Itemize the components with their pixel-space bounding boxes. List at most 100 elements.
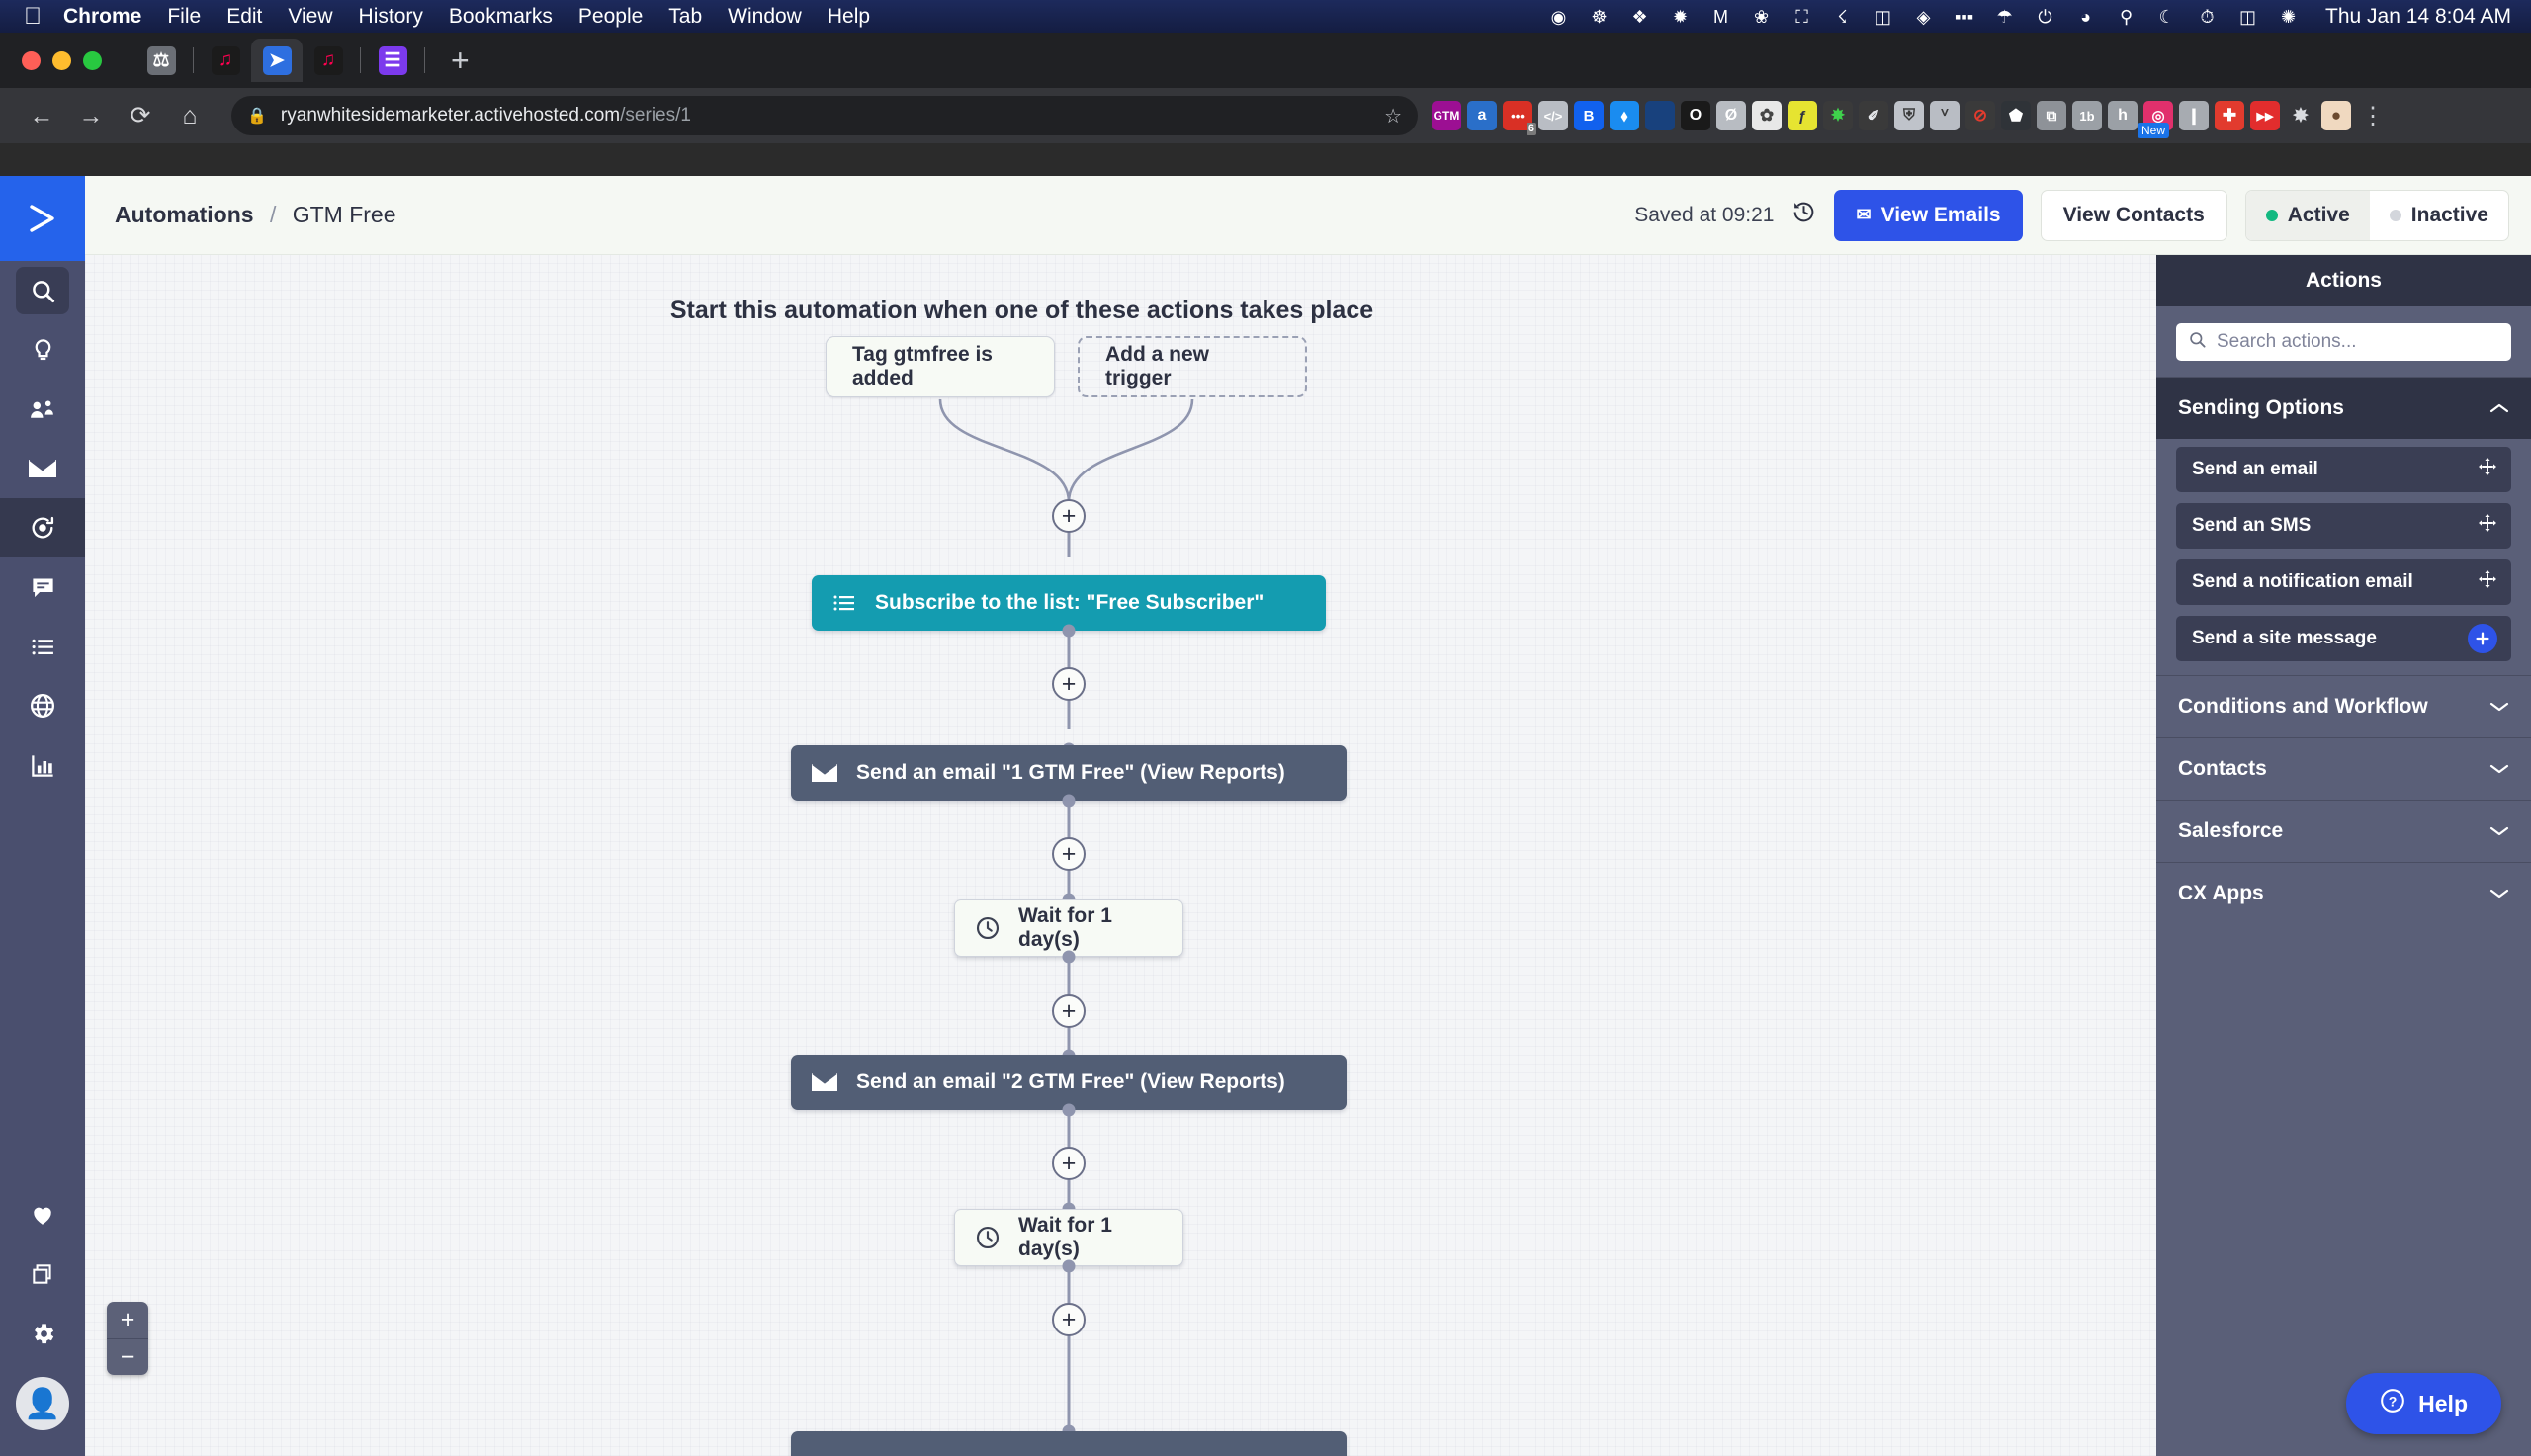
node-wait-2[interactable]: Wait for 1 day(s) bbox=[954, 1209, 1183, 1266]
action-send-a-site-message-add-button[interactable] bbox=[2468, 624, 2497, 653]
grammar-plus-extension[interactable]: ✚ bbox=[2215, 101, 2244, 130]
add-step-button-3[interactable]: + bbox=[1052, 837, 1086, 871]
window-traffic-lights[interactable] bbox=[22, 50, 102, 70]
sidebar-item-website[interactable] bbox=[0, 676, 85, 735]
status-inactive-button[interactable]: Inactive bbox=[2370, 191, 2508, 240]
action-send-an-sms-drag-handle-icon[interactable] bbox=[2478, 513, 2497, 539]
chevron-down-icon[interactable] bbox=[2489, 758, 2509, 781]
puzzle-green-extension[interactable]: ✸ bbox=[1823, 101, 1853, 130]
sidebar-item-campaigns[interactable] bbox=[0, 439, 85, 498]
youtube-extension[interactable]: ▶▶ bbox=[2250, 101, 2280, 130]
section-contacts-header[interactable]: Contacts bbox=[2156, 738, 2531, 800]
lock-app-icon[interactable]: ⛶ bbox=[1790, 5, 1813, 28]
tag-extension[interactable]: ⬧ bbox=[1610, 101, 1639, 130]
trigger-add-new-box[interactable]: Add a new trigger bbox=[1078, 336, 1307, 397]
sidebar-item-contacts[interactable] bbox=[0, 380, 85, 439]
extensions-puzzle-icon[interactable]: ✸ bbox=[2286, 101, 2315, 130]
trigger-add-new[interactable]: Add a new trigger bbox=[1078, 336, 1307, 397]
add-step-button-4[interactable]: + bbox=[1052, 994, 1086, 1028]
close-window-button[interactable] bbox=[22, 50, 41, 70]
view-contacts-button[interactable]: View Contacts bbox=[2040, 189, 2227, 241]
pocket-extension[interactable]: ⱽ bbox=[1930, 101, 1960, 130]
color-wheel-extension[interactable]: ✿ bbox=[1752, 101, 1782, 130]
spotlight-search-icon[interactable]: ⚲ bbox=[2115, 5, 2138, 28]
library-extension[interactable]: ❙ bbox=[2179, 101, 2209, 130]
add-step-button-1[interactable]: + bbox=[1052, 499, 1086, 533]
bitly-extension[interactable]: B bbox=[1574, 101, 1604, 130]
chrome-menu-icon[interactable]: ⋮ bbox=[2361, 102, 2385, 130]
back-button[interactable]: ← bbox=[20, 94, 63, 137]
node-next-partial[interactable] bbox=[791, 1431, 1347, 1456]
sidebar-item-search[interactable] bbox=[0, 261, 85, 320]
sidebar-item-settings[interactable] bbox=[0, 1304, 85, 1363]
no-script-extension[interactable]: ⊘ bbox=[1965, 101, 1995, 130]
minimize-window-button[interactable] bbox=[52, 50, 71, 70]
drop-icon[interactable]: ◈ bbox=[1912, 5, 1935, 28]
menu-item-chrome[interactable]: Chrome bbox=[63, 5, 141, 29]
browser-tab-activecampaign[interactable]: ➤ bbox=[251, 39, 303, 82]
action-send-an-email[interactable]: Send an email bbox=[2176, 447, 2511, 492]
maximize-window-button[interactable] bbox=[83, 50, 102, 70]
rocket-icon[interactable]: ☇ bbox=[1831, 5, 1854, 28]
action-send-an-email-drag-handle-icon[interactable] bbox=[2478, 457, 2497, 482]
browser-tab-shopping[interactable]: ⚖ bbox=[135, 39, 187, 82]
trigger-tag-added-box[interactable]: Tag gtmfree is added bbox=[826, 336, 1055, 397]
browser-tab-tiktok-2[interactable]: ♫ bbox=[303, 39, 354, 82]
pen-extension[interactable]: ✐ bbox=[1859, 101, 1888, 130]
search-actions-box[interactable] bbox=[2176, 323, 2511, 361]
menu-item-help[interactable]: Help bbox=[828, 5, 870, 29]
help-button[interactable]: ? Help bbox=[2346, 1373, 2501, 1434]
node-wait-1[interactable]: Wait for 1 day(s) bbox=[954, 899, 1183, 957]
menu-item-people[interactable]: People bbox=[578, 5, 643, 29]
chevron-up-icon[interactable] bbox=[2489, 397, 2509, 420]
section-conditions-and-workflow-header[interactable]: Conditions and Workflow bbox=[2156, 676, 2531, 737]
menu-item-view[interactable]: View bbox=[288, 5, 332, 29]
menu-item-bookmarks[interactable]: Bookmarks bbox=[449, 5, 553, 29]
menu-item-file[interactable]: File bbox=[167, 5, 201, 29]
new-tab-button[interactable]: + bbox=[451, 44, 470, 76]
trigger-tag-added[interactable]: Tag gtmfree is added bbox=[826, 336, 1055, 397]
chevron-down-icon[interactable] bbox=[2489, 883, 2509, 905]
zoom-out-button[interactable]: − bbox=[107, 1338, 148, 1375]
sidebar-item-lists[interactable] bbox=[0, 617, 85, 676]
sidebar-item-apps[interactable] bbox=[0, 1244, 85, 1304]
bitdefender-extension[interactable]: 1b bbox=[2072, 101, 2102, 130]
action-send-a-notification-email-drag-handle-icon[interactable] bbox=[2478, 569, 2497, 595]
thinkific-extension[interactable] bbox=[1645, 101, 1675, 130]
section-sending-options-header[interactable]: Sending Options bbox=[2156, 378, 2531, 439]
google-tag-manager-extension[interactable]: GTM bbox=[1432, 101, 1461, 130]
chevron-down-icon[interactable] bbox=[2489, 696, 2509, 719]
add-step-button-2[interactable]: + bbox=[1052, 667, 1086, 701]
layers-extension[interactable]: ⧉ bbox=[2037, 101, 2066, 130]
node-send-email-1[interactable]: Send an email "1 GTM Free" (View Reports… bbox=[791, 745, 1347, 801]
malwarebytes-icon[interactable]: M bbox=[1709, 5, 1732, 28]
opera-extension[interactable]: O bbox=[1681, 101, 1710, 130]
code-viewer-extension[interactable]: </> bbox=[1538, 101, 1568, 130]
control-center-icon[interactable]: ◫ bbox=[2236, 5, 2259, 28]
battery-meter-icon[interactable]: ☸ bbox=[1588, 5, 1611, 28]
menu-bar-clock[interactable]: Thu Jan 14 8:04 AM bbox=[2325, 5, 2511, 29]
amazon-assistant-extension[interactable]: a bbox=[1467, 101, 1497, 130]
revision-history-icon[interactable] bbox=[1791, 200, 1816, 231]
chevron-down-icon[interactable] bbox=[2489, 820, 2509, 843]
sidebar-item-favorites[interactable] bbox=[0, 1185, 85, 1244]
reload-button[interactable]: ⟳ bbox=[119, 94, 162, 137]
add-step-button-5[interactable]: + bbox=[1052, 1147, 1086, 1180]
awesome-screenshot-extension[interactable]: ⬟ bbox=[2001, 101, 2031, 130]
capsule-icon[interactable]: ◉ bbox=[1547, 5, 1570, 28]
apple-menu-icon[interactable]:  bbox=[24, 4, 42, 29]
shield-extension[interactable]: ⛨ bbox=[1894, 101, 1924, 130]
dropbox-icon[interactable]: ❖ bbox=[1628, 5, 1651, 28]
automation-canvas[interactable]: Start this automation when one of these … bbox=[85, 255, 2156, 1456]
honey-extension[interactable]: h bbox=[2108, 101, 2138, 130]
sidebar-item-ideas[interactable] bbox=[0, 320, 85, 380]
breadcrumb-automations[interactable]: Automations bbox=[115, 202, 254, 227]
browser-tab-tiktok-1[interactable]: ♫ bbox=[200, 39, 251, 82]
section-cx-apps-header[interactable]: CX Apps bbox=[2156, 863, 2531, 924]
asterisk-icon[interactable]: ✹ bbox=[1669, 5, 1692, 28]
menu-item-edit[interactable]: Edit bbox=[226, 5, 262, 29]
status-active-button[interactable]: Active bbox=[2245, 190, 2370, 240]
search-actions-input[interactable] bbox=[2217, 331, 2499, 353]
sidebar-item-conversations[interactable] bbox=[0, 557, 85, 617]
menu-item-tab[interactable]: Tab bbox=[668, 5, 702, 29]
